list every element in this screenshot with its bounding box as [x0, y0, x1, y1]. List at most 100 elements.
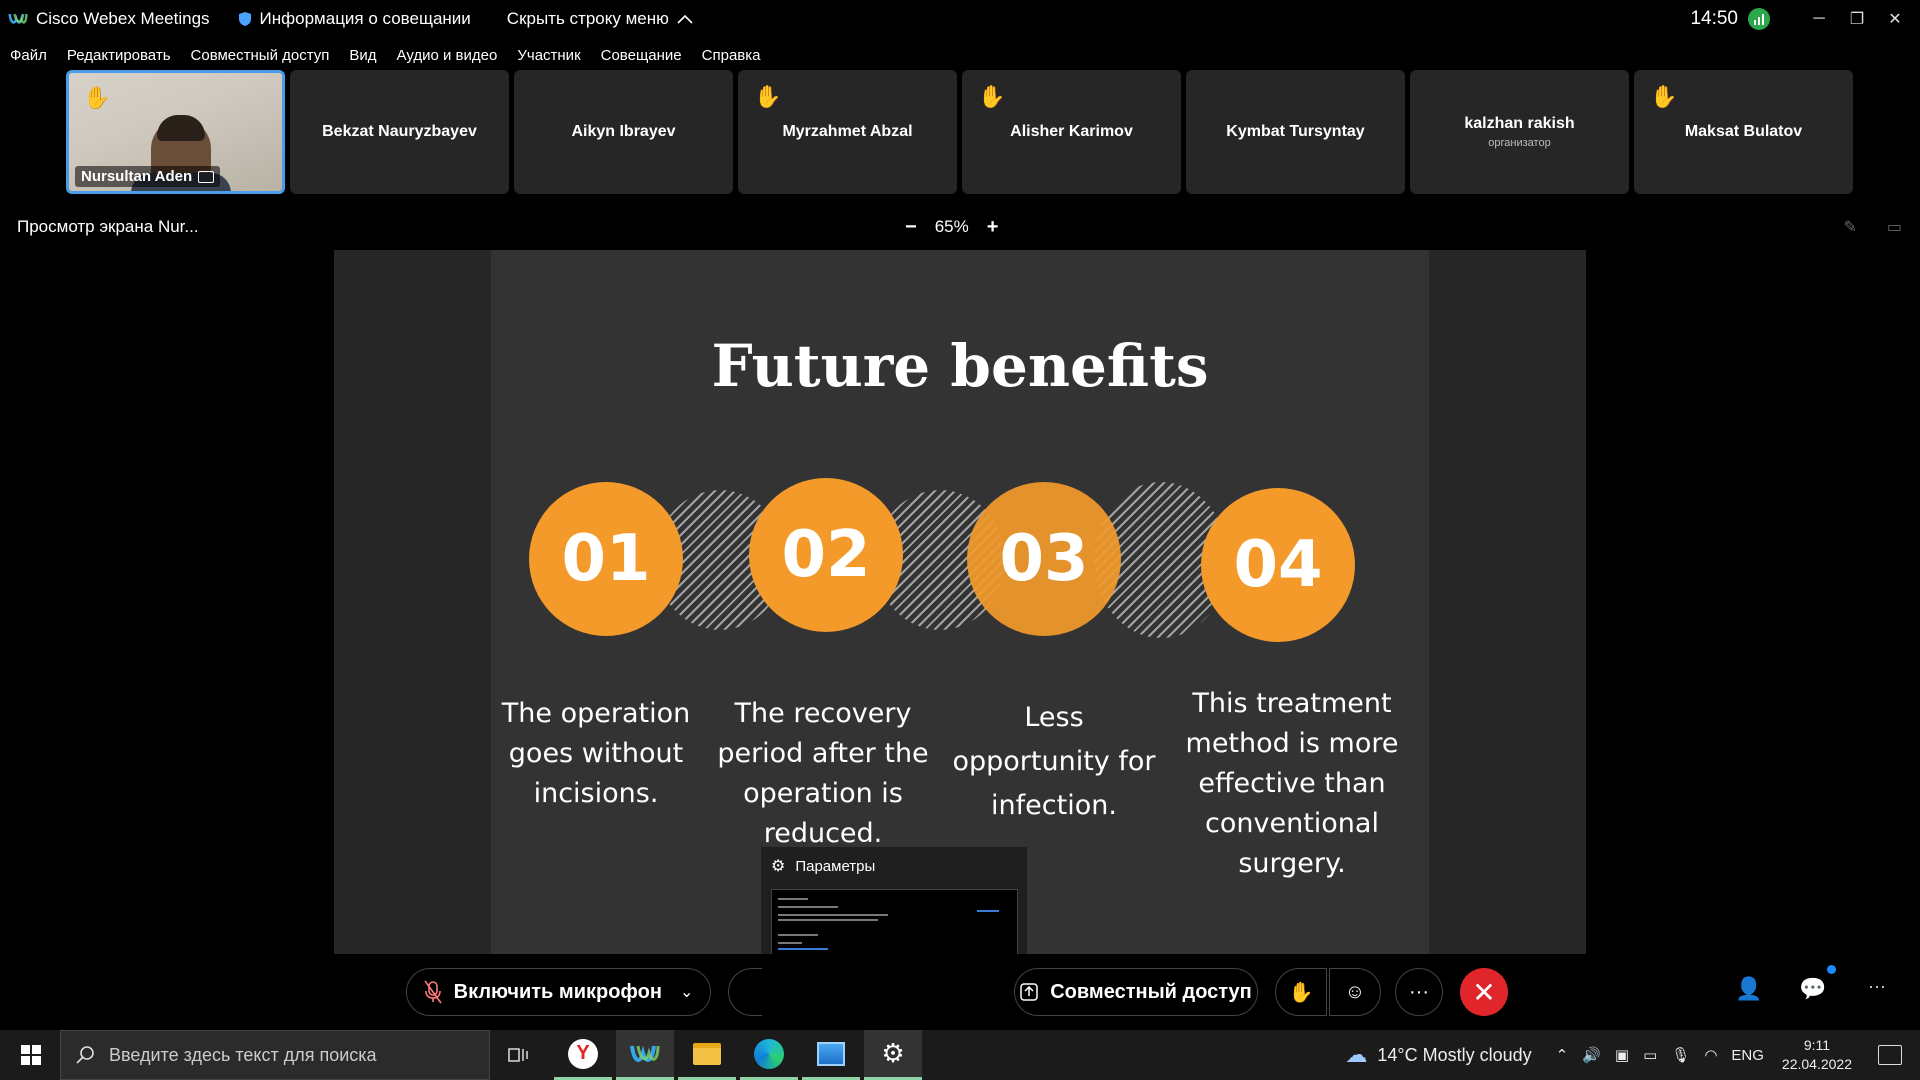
chevron-down-icon[interactable]: ⌄ — [680, 982, 693, 1002]
settings-app-icon[interactable]: ⚙ — [864, 1030, 922, 1080]
zoom-out-button[interactable]: − — [905, 216, 917, 239]
connection-quality-icon[interactable] — [1748, 8, 1770, 30]
meeting-info-button[interactable]: Информация о совещании — [238, 9, 471, 29]
volume-icon[interactable]: 🔊 — [1582, 1046, 1601, 1064]
unmute-label: Включить микрофон — [453, 980, 662, 1003]
start-button[interactable] — [8, 1030, 54, 1080]
participant-name: Aikyn Ibrayev — [571, 123, 676, 140]
battery-icon[interactable]: ▭ — [1643, 1046, 1657, 1064]
meeting-clock: 14:50 — [1690, 8, 1738, 29]
meeting-tray-icon[interactable]: ▣ — [1615, 1046, 1629, 1064]
menu-audio-video[interactable]: Аудио и видео — [397, 47, 498, 64]
notifications-icon[interactable] — [1878, 1045, 1902, 1065]
step-circle-04: 04 — [1201, 488, 1355, 642]
participant-name: Alisher Karimov — [1010, 123, 1133, 140]
raise-hand-button[interactable]: ✋ — [1275, 968, 1327, 1016]
system-tray: ☁ 14°C Mostly cloudy ⌃ 🔊 ▣ ▭ 🎙 ◠ ENG 9:1… — [1345, 1030, 1920, 1080]
step-circle-03: 03 — [967, 482, 1121, 636]
step-circle-01: 01 — [529, 482, 683, 636]
hide-menu-button[interactable]: Скрыть строку меню — [507, 9, 693, 29]
video-button[interactable] — [728, 968, 762, 1016]
menu-edit[interactable]: Редактировать — [67, 47, 171, 64]
system-time: 9:11 — [1803, 1037, 1831, 1053]
annotate-icon[interactable]: ✎ — [1843, 217, 1856, 237]
participant-tile-kalzhan-rakish[interactable]: kalzhan rakish организатор — [1410, 70, 1629, 194]
zoom-control: − 65% + — [905, 216, 998, 239]
zoom-level: 65% — [934, 217, 969, 236]
raised-hand-icon: ✋ — [1650, 84, 1678, 109]
more-options-button[interactable]: ··· — [1395, 968, 1443, 1016]
system-clock[interactable]: 9:11 22.04.2022 — [1782, 1036, 1852, 1074]
leave-meeting-button[interactable]: ✕ — [1460, 968, 1508, 1016]
wifi-icon[interactable]: ◠ — [1704, 1046, 1717, 1064]
benefit-text-3: Less opportunity for infection. — [952, 702, 1156, 821]
chat-notification-dot — [1827, 965, 1836, 974]
close-icon[interactable]: ✕ — [1876, 0, 1914, 38]
raised-hand-icon: ✋ — [754, 84, 782, 109]
minimize-icon[interactable]: ─ — [1800, 0, 1838, 38]
unmute-button[interactable]: Включить микрофон ⌄ — [406, 968, 711, 1016]
meeting-controls: Включить микрофон ⌄ Совместный доступ ✋ … — [0, 954, 1920, 1030]
participant-tile-aikyn-ibrayev[interactable]: Aikyn Ibrayev — [514, 70, 733, 194]
taskbar-search[interactable]: Введите здесь текст для поиска — [60, 1030, 490, 1080]
gear-icon: ⚙ — [771, 858, 786, 875]
participants-panel-icon[interactable]: 👤 — [1735, 976, 1762, 1002]
weather-text: 14°C Mostly cloudy — [1377, 1044, 1532, 1065]
chevron-up-icon[interactable]: ⌃ — [1556, 1046, 1569, 1064]
windows-taskbar: Введите здесь текст для поиска Y ⚙ ☁ 14°… — [0, 1030, 1920, 1080]
sharing-icon — [198, 170, 215, 183]
participant-tile-alisher-karimov[interactable]: ✋ Alisher Karimov — [962, 70, 1181, 194]
webex-app-icon[interactable] — [616, 1030, 674, 1080]
participant-name: Bekzat Nauryzbayev — [322, 123, 477, 140]
participant-name: kalzhan rakish — [1464, 115, 1575, 132]
reactions-button[interactable]: ☺ — [1329, 968, 1381, 1016]
app-title: Cisco Webex Meetings — [36, 9, 210, 28]
share-button[interactable]: Совместный доступ — [1014, 968, 1258, 1016]
menu-meeting[interactable]: Совещание — [601, 47, 682, 64]
participant-name: Nursultan Aden — [81, 168, 193, 185]
menu-share[interactable]: Совместный доступ — [191, 47, 330, 64]
restore-icon[interactable]: ❐ — [1838, 0, 1876, 38]
hide-menu-label: Скрыть строку меню — [506, 9, 669, 28]
remote-control-icon[interactable]: ▭ — [1887, 217, 1902, 237]
slide-title: Future benefits — [711, 332, 1209, 400]
close-icon: ✕ — [1472, 976, 1496, 1008]
ellipsis-icon: ··· — [1409, 980, 1429, 1003]
screen-view-title: Просмотр экрана Nur... — [17, 217, 199, 236]
microphone-icon[interactable]: 🎙 — [1671, 1046, 1690, 1064]
participant-tile-bekzat-nauryzbayev[interactable]: Bekzat Nauryzbayev — [290, 70, 509, 194]
search-placeholder: Введите здесь текст для поиска — [109, 1044, 377, 1065]
participant-tile-kymbat-tursyntay[interactable]: Kymbat Tursyntay — [1186, 70, 1405, 194]
yandex-browser-icon[interactable]: Y — [554, 1030, 612, 1080]
file-explorer-icon[interactable] — [678, 1030, 736, 1080]
participant-tile-myrzahmet-abzal[interactable]: ✋ Myrzahmet Abzal — [738, 70, 957, 194]
task-view-icon[interactable] — [490, 1030, 548, 1080]
windows-logo-icon — [21, 1045, 41, 1065]
chat-icon[interactable]: 💬 — [1799, 976, 1826, 1002]
system-date: 22.04.2022 — [1781, 1056, 1852, 1072]
weather-widget[interactable]: ☁ 14°C Mostly cloudy — [1345, 1042, 1531, 1068]
participant-name: Myrzahmet Abzal — [782, 123, 913, 140]
participant-role: организатор — [1488, 137, 1551, 149]
menu-view[interactable]: Вид — [349, 47, 376, 64]
photos-app-icon[interactable] — [802, 1030, 860, 1080]
shield-icon — [238, 12, 251, 26]
meeting-info-label: Информация о совещании — [259, 9, 471, 28]
step-circle-02: 02 — [749, 478, 903, 632]
input-language[interactable]: ENG — [1731, 1047, 1764, 1064]
muted-microphone-icon — [423, 980, 442, 1004]
search-icon — [76, 1046, 94, 1064]
participant-tile-maksat-bulatov[interactable]: ✋ Maksat Bulatov — [1634, 70, 1853, 194]
edge-browser-icon[interactable] — [740, 1030, 798, 1080]
participant-strip: ✋ Nursultan Aden Bekzat Nauryzbayev Aiky… — [0, 70, 1920, 194]
menu-help[interactable]: Справка — [702, 47, 761, 64]
menu-bar: Файл Редактировать Совместный доступ Вид… — [0, 42, 770, 68]
participant-name: Kymbat Tursyntay — [1226, 123, 1365, 140]
benefit-text-1: The operation goes without incisions. — [501, 698, 691, 809]
participant-tile-nursultan-aden[interactable]: ✋ Nursultan Aden — [66, 70, 285, 194]
emoji-icon: ☺ — [1344, 980, 1366, 1003]
more-panels-icon[interactable]: ··· — [1868, 976, 1886, 997]
menu-file[interactable]: Файл — [10, 47, 47, 64]
zoom-in-button[interactable]: + — [987, 216, 999, 239]
menu-participant[interactable]: Участник — [517, 47, 580, 64]
